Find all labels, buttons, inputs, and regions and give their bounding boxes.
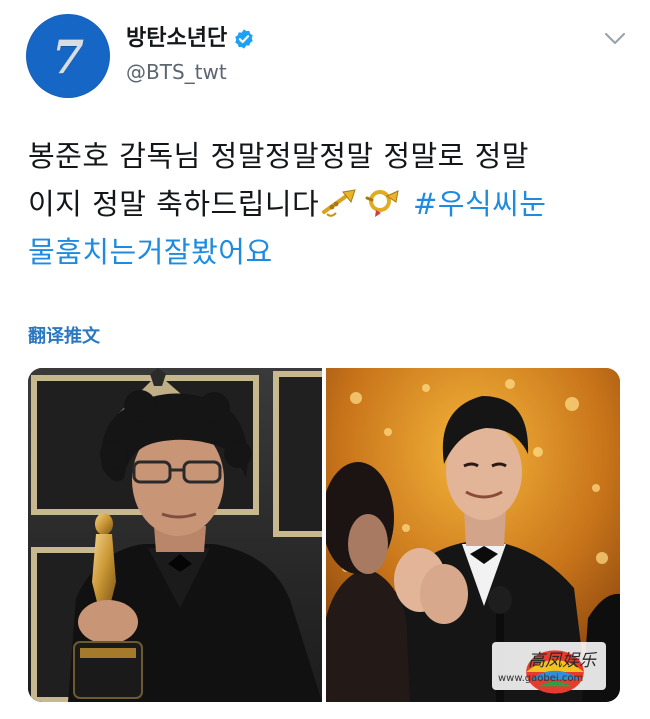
photo-director-with-oscar[interactable] (28, 368, 322, 702)
avatar-glyph: 7 (51, 30, 84, 84)
hashtag-link-part-2[interactable]: 물훔치는거잘봤어요 (28, 228, 628, 276)
avatar[interactable]: 7 (26, 14, 110, 98)
media-grid: 高凤娱乐 www.gaobei.com (28, 368, 620, 702)
trumpet-emoji (322, 189, 356, 217)
hashtag-link-part-1[interactable]: #우식씨눈 (413, 187, 547, 221)
display-name[interactable]: 방탄소년단 (126, 28, 227, 50)
photo-director-illustration (28, 368, 322, 702)
tweet-card: 7 방탄소년단 @BTS_twt 봉준호 감독님 정말정말정말 정말로 정말 이… (0, 0, 650, 719)
tweet-line-2-text: 이지 정말 축하드립니다 (28, 187, 320, 221)
postal-horn-emoji (365, 190, 399, 217)
watermark-title: 高凤娱乐 (528, 651, 596, 671)
watermark: 高凤娱乐 www.gaobei.com (492, 642, 606, 694)
photo-actor-clapping[interactable]: 高凤娱乐 www.gaobei.com (326, 368, 620, 702)
watermark-url: www.gaobei.com (498, 673, 584, 684)
translate-tweet-link[interactable]: 翻译推文 (28, 322, 100, 348)
tweet-text: 봉준호 감독님 정말정말정말 정말로 정말 이지 정말 축하드립니다 #우식씨눈… (28, 132, 628, 276)
handle[interactable]: @BTS_twt (126, 62, 227, 82)
author-name-row[interactable]: 방탄소년단 (126, 28, 255, 50)
tweet-line-2: 이지 정말 축하드립니다 #우식씨눈 (28, 180, 628, 228)
tweet-line-1: 봉준호 감독님 정말정말정말 정말로 정말 (28, 139, 529, 173)
chevron-down-icon[interactable] (604, 32, 626, 46)
verified-badge-icon (235, 29, 253, 49)
